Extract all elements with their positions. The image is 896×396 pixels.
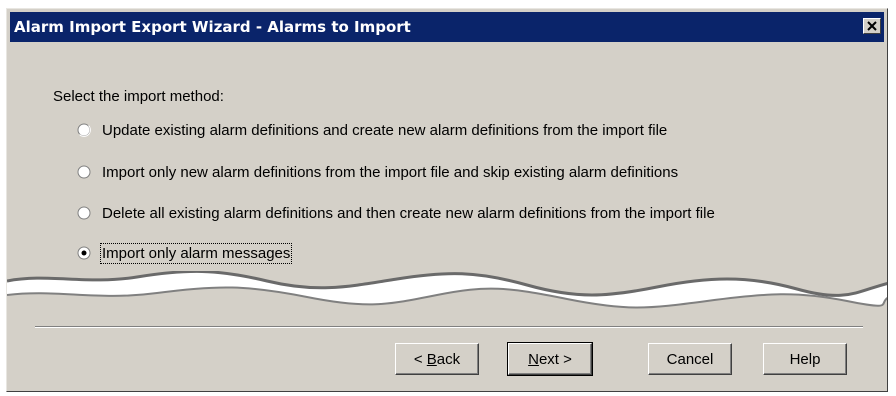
radio-unselected-icon[interactable]	[77, 165, 91, 179]
option-label: Update existing alarm definitions and cr…	[102, 121, 668, 139]
next-button-label: Next >	[528, 350, 572, 368]
close-button[interactable]	[863, 18, 881, 34]
window-title: Alarm Import Export Wizard - Alarms to I…	[14, 18, 411, 36]
back-button[interactable]: < Back	[395, 343, 479, 375]
radio-unselected-icon[interactable]	[77, 123, 91, 137]
help-button-label: Help	[789, 350, 821, 368]
next-button[interactable]: Next >	[507, 342, 593, 376]
title-bar[interactable]: Alarm Import Export Wizard - Alarms to I…	[10, 12, 884, 42]
option-import-messages-only[interactable]: Import only alarm messages	[77, 242, 293, 264]
option-import-new-only[interactable]: Import only new alarm definitions from t…	[77, 162, 678, 182]
torn-edge-divider	[7, 271, 887, 319]
option-label: Import only alarm messages	[99, 242, 293, 264]
radio-unselected-icon[interactable]	[77, 206, 91, 220]
cancel-button[interactable]: Cancel	[648, 343, 732, 375]
option-label: Import only new alarm definitions from t…	[102, 163, 679, 181]
cancel-button-label: Cancel	[666, 350, 714, 368]
option-update-existing[interactable]: Update existing alarm definitions and cr…	[77, 120, 667, 140]
option-label: Delete all existing alarm definitions an…	[102, 204, 715, 222]
footer-separator	[35, 326, 863, 328]
wizard-dialog: Alarm Import Export Wizard - Alarms to I…	[6, 8, 888, 392]
import-method-prompt: Select the import method:	[53, 88, 224, 105]
help-button[interactable]: Help	[763, 343, 847, 375]
back-button-label: < Back	[413, 350, 461, 368]
radio-selected-icon[interactable]	[77, 246, 91, 260]
option-delete-and-create[interactable]: Delete all existing alarm definitions an…	[77, 203, 715, 223]
close-icon	[867, 21, 877, 31]
